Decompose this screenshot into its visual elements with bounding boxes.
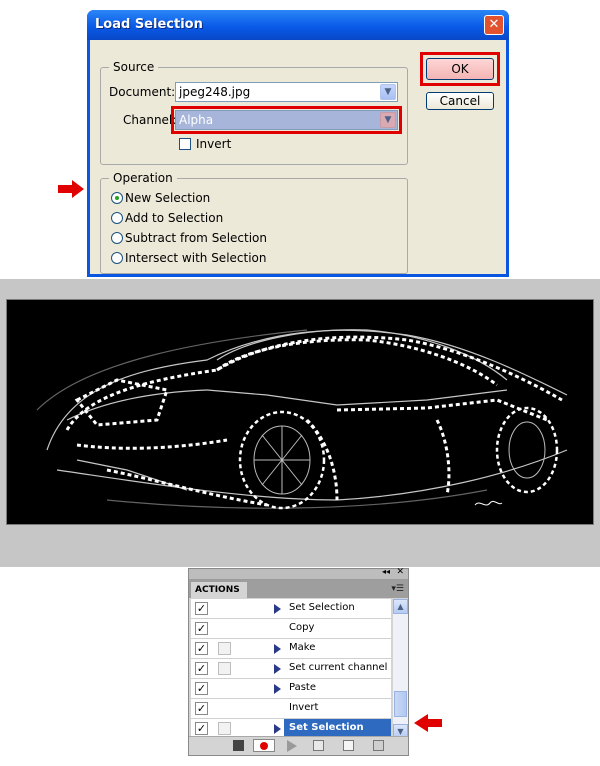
- actions-scrollbar[interactable]: ▲ ▼: [393, 599, 408, 739]
- play-icon[interactable]: [287, 740, 297, 752]
- panel-menu-icon[interactable]: ▾☰: [391, 584, 404, 594]
- red-arrow-icon: [58, 180, 84, 198]
- dialog-toggle-icon[interactable]: [218, 642, 231, 655]
- action-label: Set Selection: [289, 602, 355, 613]
- action-row[interactable]: ✓ Paste: [191, 679, 391, 699]
- red-arrow-icon: [414, 714, 442, 732]
- ok-button[interactable]: OK: [426, 58, 494, 80]
- expand-triangle-icon[interactable]: [274, 724, 281, 734]
- stop-icon[interactable]: [233, 740, 244, 751]
- actions-panel: ◂◂ ✕ ACTIONS ▾☰ ✓ Set Selection ✓ Copy ✓…: [188, 567, 409, 756]
- sketch-background: [0, 279, 600, 567]
- option-subtract-from-selection[interactable]: Subtract from Selection: [125, 231, 267, 245]
- trash-icon[interactable]: [373, 740, 384, 751]
- record-icon: [260, 742, 268, 750]
- close-button[interactable]: ✕: [484, 15, 504, 35]
- check-icon[interactable]: ✓: [195, 642, 208, 655]
- action-row[interactable]: ✓ Make: [191, 639, 391, 659]
- action-row[interactable]: ✓ Set Selection: [191, 599, 391, 619]
- panel-header[interactable]: ◂◂ ✕: [189, 567, 408, 580]
- check-icon[interactable]: ✓: [195, 702, 208, 715]
- action-label: Copy: [289, 622, 315, 633]
- dialog-toggle-icon[interactable]: [218, 662, 231, 675]
- check-icon[interactable]: ✓: [195, 622, 208, 635]
- option-intersect-with-selection[interactable]: Intersect with Selection: [125, 251, 267, 265]
- expand-triangle-icon[interactable]: [274, 684, 281, 694]
- dialog-toggle-icon[interactable]: [218, 722, 231, 735]
- panel-footer: [189, 736, 408, 755]
- document-select[interactable]: jpeg248.jpg ▼: [175, 82, 398, 102]
- action-label: Set current channel: [289, 662, 388, 673]
- radio-add-to-selection[interactable]: [111, 212, 123, 224]
- channel-highlight: [171, 106, 402, 134]
- panel-tabbar: ACTIONS ▾☰: [189, 580, 408, 598]
- option-add-to-selection[interactable]: Add to Selection: [125, 211, 223, 225]
- action-row[interactable]: ✓ Invert: [191, 699, 391, 719]
- car-sketch-image: [6, 299, 594, 525]
- action-row[interactable]: ✓ Copy: [191, 619, 391, 639]
- folder-icon[interactable]: [313, 740, 324, 751]
- channel-label: Channel:: [123, 113, 177, 127]
- load-selection-dialog: Load Selection ✕ Source Document: jpeg24…: [87, 10, 509, 277]
- expand-triangle-icon[interactable]: [274, 664, 281, 674]
- action-row[interactable]: ✓ Set current channel: [191, 659, 391, 679]
- radio-new-selection[interactable]: [111, 192, 123, 204]
- dialog-body: Source Document: jpeg248.jpg ▼ Channel: …: [90, 40, 506, 274]
- action-label: Make: [289, 642, 316, 653]
- dialog-title: Load Selection: [95, 17, 203, 32]
- new-action-icon[interactable]: [343, 740, 354, 751]
- check-icon[interactable]: ✓: [195, 662, 208, 675]
- close-icon[interactable]: ✕: [396, 567, 404, 577]
- car-sketch-drawing: [36, 329, 568, 510]
- scroll-thumb[interactable]: [394, 691, 407, 717]
- action-label: Invert: [289, 702, 319, 713]
- check-icon[interactable]: ✓: [195, 722, 208, 735]
- operation-legend: Operation: [109, 171, 177, 185]
- expand-triangle-icon[interactable]: [274, 644, 281, 654]
- option-new-selection[interactable]: New Selection: [125, 191, 210, 205]
- radio-subtract-from-selection[interactable]: [111, 232, 123, 244]
- cancel-button[interactable]: Cancel: [426, 92, 494, 110]
- check-icon[interactable]: ✓: [195, 682, 208, 695]
- dialog-titlebar[interactable]: Load Selection ✕: [87, 10, 509, 40]
- expand-triangle-icon[interactable]: [274, 604, 281, 614]
- record-button[interactable]: [253, 739, 275, 752]
- chevron-down-icon[interactable]: ▼: [380, 84, 396, 100]
- invert-checkbox[interactable]: [179, 138, 191, 150]
- tab-actions[interactable]: ACTIONS: [191, 582, 247, 598]
- collapse-icon[interactable]: ◂◂: [382, 567, 390, 576]
- check-icon[interactable]: ✓: [195, 602, 208, 615]
- invert-label[interactable]: Invert: [196, 137, 231, 151]
- source-legend: Source: [109, 60, 159, 74]
- document-value: jpeg248.jpg: [179, 85, 251, 99]
- radio-intersect-with-selection[interactable]: [111, 252, 123, 264]
- actions-list: ✓ Set Selection ✓ Copy ✓ Make ✓ Set curr…: [191, 599, 391, 739]
- scroll-up-icon[interactable]: ▲: [393, 599, 408, 614]
- close-icon: ✕: [488, 17, 500, 32]
- action-label: Paste: [289, 682, 316, 693]
- action-label: Set Selection: [289, 722, 364, 733]
- document-label: Document:: [109, 85, 176, 99]
